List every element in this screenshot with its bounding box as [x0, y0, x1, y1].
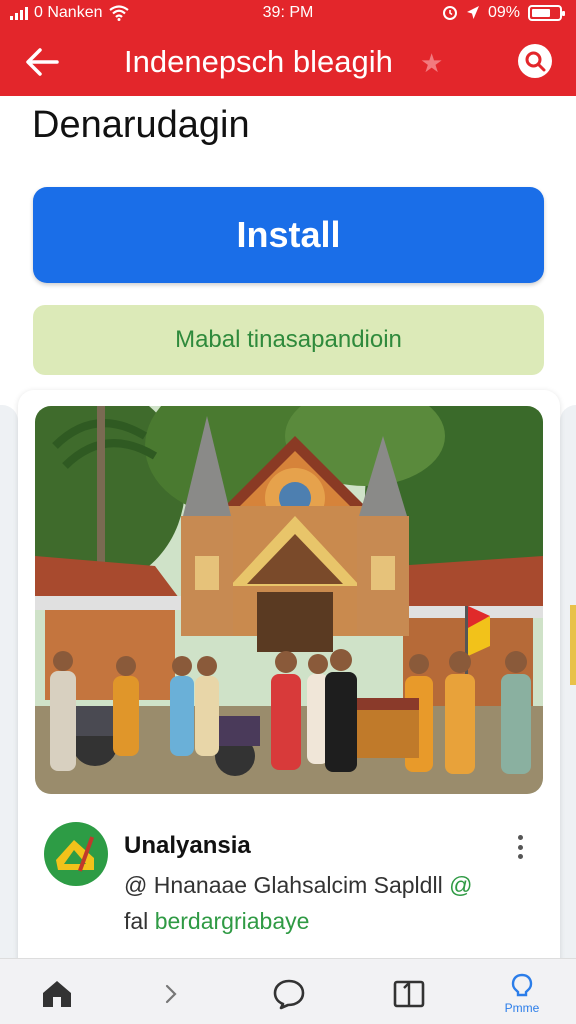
book-icon — [393, 980, 425, 1008]
previous-card-edge[interactable] — [0, 405, 18, 995]
app-bar-title: Indenepsch bleagih — [124, 44, 393, 79]
card-photo — [35, 406, 543, 794]
app-bar: Indenepsch bleagih ★ — [0, 28, 576, 96]
app-name: Unalyansia — [124, 832, 251, 859]
next-card-edge[interactable] — [560, 405, 576, 995]
alarm-icon — [442, 6, 457, 20]
nav-forward[interactable] — [141, 967, 201, 1021]
nav-messages[interactable] — [259, 967, 319, 1021]
page-title: Denarudagin — [32, 104, 250, 146]
house-logo-icon — [45, 823, 107, 885]
nav-profile-label: Pmme — [504, 1001, 540, 1015]
star-icon[interactable]: ★ — [420, 48, 443, 79]
location-icon — [466, 6, 479, 19]
back-arrow-icon — [26, 48, 59, 76]
search-button[interactable] — [518, 44, 552, 78]
secondary-button[interactable]: Mabal tinasapandioin — [33, 305, 544, 375]
nav-profile[interactable]: Pmme — [492, 967, 552, 1021]
description-link[interactable]: berdargriabaye — [155, 908, 310, 934]
home-icon — [43, 981, 71, 1007]
bulb-icon — [511, 973, 533, 997]
app-description-line1: @ Hnanaae Glahsalcim Sapldll @ — [124, 872, 472, 899]
description-text: @ Hnanaae Glahsalcim Sapldll — [124, 872, 443, 898]
app-logo[interactable] — [44, 822, 108, 886]
battery-icon — [528, 5, 565, 21]
install-button[interactable]: Install — [33, 187, 544, 283]
bottom-navigation: Pmme — [0, 958, 576, 1024]
temple-photo-illustration — [35, 406, 543, 794]
battery-percent: 09% — [487, 4, 520, 21]
status-right: 09% — [442, 4, 565, 22]
more-options-icon[interactable] — [508, 832, 532, 862]
nav-home[interactable] — [27, 967, 87, 1021]
back-button[interactable] — [22, 42, 62, 82]
app-description-line2: fal berdargriabaye — [124, 908, 309, 935]
chat-bubble-icon — [273, 979, 305, 1010]
chevron-right-icon — [165, 984, 177, 1004]
nav-library[interactable] — [379, 967, 439, 1021]
description-at-symbol: @ — [449, 872, 473, 898]
description-prefix: fal — [124, 908, 149, 934]
status-bar: 0 Nanken 39: PM 09% — [0, 0, 576, 28]
search-icon — [525, 51, 546, 72]
